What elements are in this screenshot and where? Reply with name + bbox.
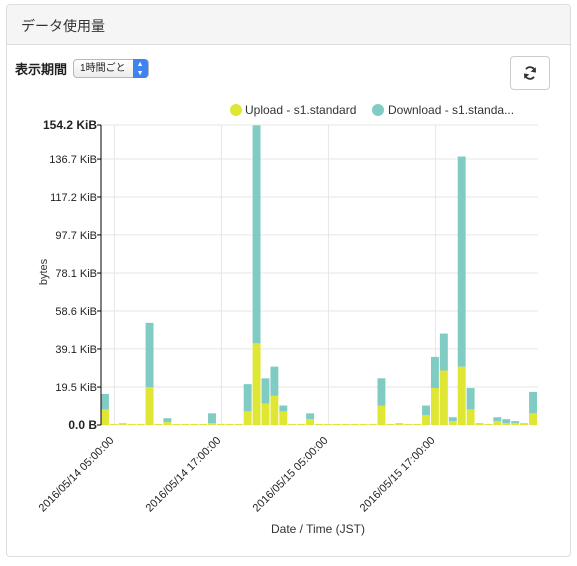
period-select[interactable]: 1時間ごと ▲ ▼ xyxy=(73,59,149,78)
data-usage-panel: データ使用量 xyxy=(6,4,571,557)
select-arrows-icon: ▲ ▼ xyxy=(132,59,148,78)
period-control: 表示期間 1時間ごと ▲ ▼ xyxy=(15,59,149,78)
refresh-icon xyxy=(524,66,536,80)
refresh-button[interactable] xyxy=(510,56,550,90)
period-select-value: 1時間ごと xyxy=(80,63,126,74)
period-label: 表示期間 xyxy=(15,62,68,77)
panel-title: データ使用量 xyxy=(7,5,570,45)
